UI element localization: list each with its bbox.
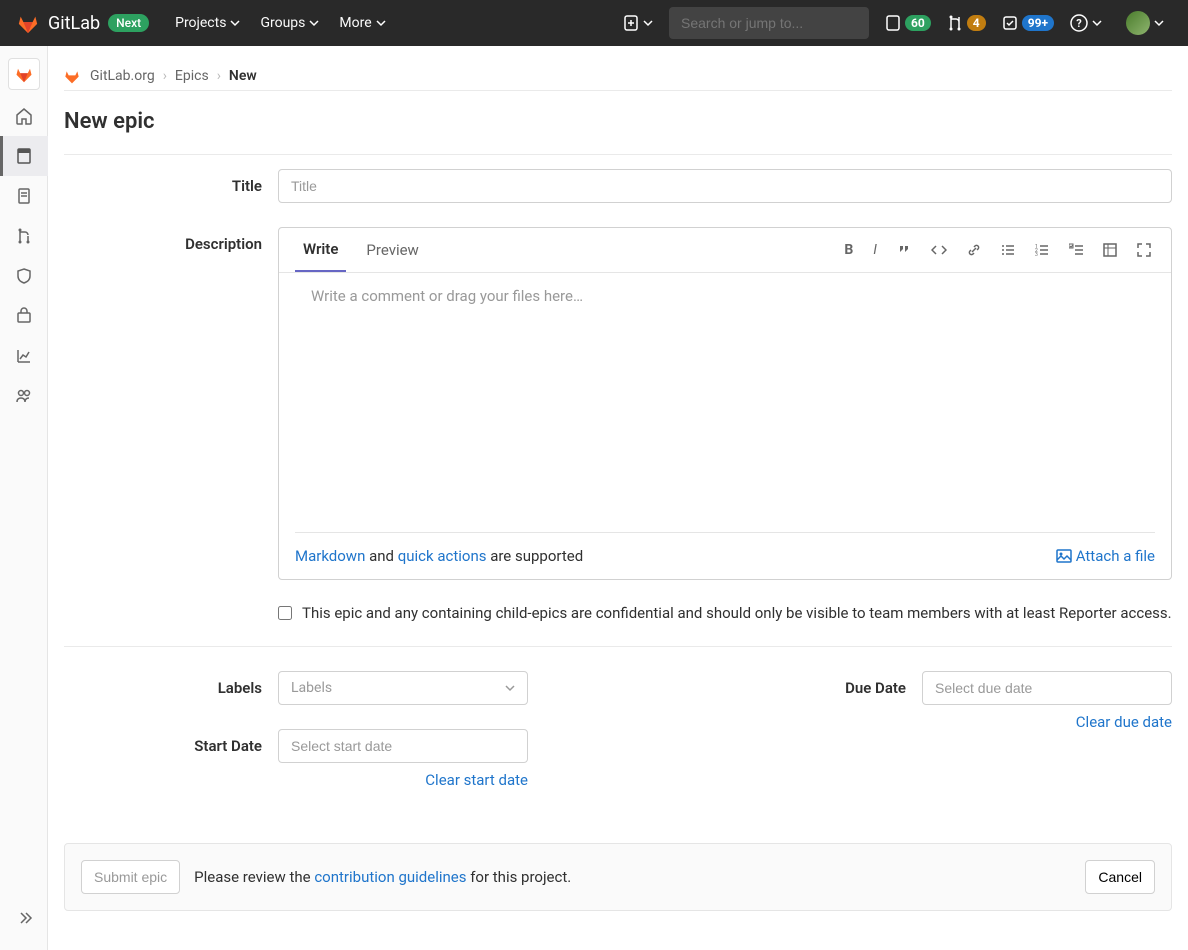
breadcrumb-logo-icon [64, 68, 80, 84]
task-list-icon[interactable] [1065, 238, 1087, 262]
nav-more[interactable]: More [329, 15, 395, 31]
tab-write[interactable]: Write [295, 228, 346, 272]
nav-groups-label: Groups [260, 15, 305, 31]
review-text: Please review the contribution guideline… [194, 868, 571, 886]
breadcrumb-current: New [229, 68, 257, 84]
nav-more-label: More [339, 15, 371, 31]
bullet-list-icon[interactable] [997, 238, 1019, 262]
brand-name[interactable]: GitLab [48, 13, 100, 34]
sidebar [0, 46, 48, 950]
gitlab-logo-icon[interactable] [16, 11, 40, 35]
breadcrumb-section[interactable]: Epics [175, 68, 209, 84]
sidebar-issues-icon[interactable] [0, 176, 48, 216]
italic-icon[interactable]: I [869, 238, 881, 262]
title-input[interactable] [278, 169, 1172, 203]
plus-dropdown[interactable] [615, 15, 661, 31]
form-footer: Submit epic Please review the contributi… [64, 843, 1172, 911]
sidebar-analytics-icon[interactable] [0, 336, 48, 376]
user-menu[interactable] [1110, 11, 1172, 35]
title-label: Title [64, 169, 278, 203]
todos-counter[interactable]: 99+ [994, 15, 1062, 31]
sidebar-toggle-icon[interactable] [0, 898, 48, 938]
cancel-button[interactable]: Cancel [1085, 860, 1155, 894]
start-date-label: Start Date [64, 729, 278, 789]
attach-file-label: Attach a file [1076, 547, 1155, 565]
description-editor: Write Preview B I 123 [278, 227, 1172, 580]
clear-due-date[interactable]: Clear due date [922, 713, 1172, 731]
avatar [1126, 11, 1150, 35]
nav-groups[interactable]: Groups [250, 15, 329, 31]
submit-button[interactable]: Submit epic [81, 860, 180, 894]
todos-count: 99+ [1022, 15, 1054, 31]
nav-projects[interactable]: Projects [165, 15, 250, 31]
bold-icon[interactable]: B [840, 238, 857, 262]
next-badge[interactable]: Next [108, 14, 149, 32]
link-icon[interactable] [963, 238, 985, 262]
fullscreen-icon[interactable] [1133, 238, 1155, 262]
chevron-down-icon [505, 683, 515, 693]
table-icon[interactable] [1099, 238, 1121, 262]
confidential-label: This epic and any containing child-epics… [302, 604, 1172, 622]
main-content: GitLab.org › Epics › New New epic Title … [48, 46, 1188, 950]
due-date-input[interactable] [922, 671, 1172, 705]
confidential-checkbox[interactable] [278, 606, 292, 620]
search-input[interactable] [681, 15, 862, 31]
quick-actions-link[interactable]: quick actions [398, 547, 487, 565]
issues-counter[interactable]: 60 [877, 15, 939, 31]
markdown-help: Markdown and quick actions are supported [295, 547, 583, 565]
breadcrumb-org[interactable]: GitLab.org [90, 68, 155, 84]
attach-file-button[interactable]: Attach a file [1056, 547, 1155, 565]
svg-text:?: ? [1076, 17, 1082, 30]
search-input-wrapper[interactable] [669, 7, 869, 39]
contribution-guidelines-link[interactable]: contribution guidelines [314, 868, 466, 886]
clear-start-date[interactable]: Clear start date [278, 771, 528, 789]
chevron-right-icon: › [217, 68, 221, 84]
help-dropdown[interactable]: ? [1062, 14, 1110, 32]
mrs-counter[interactable]: 4 [939, 15, 994, 31]
description-textarea[interactable]: Write a comment or drag your files here… [295, 273, 1155, 533]
sidebar-epics-icon[interactable] [0, 136, 48, 176]
svg-text:3: 3 [1035, 252, 1038, 257]
sidebar-group-logo[interactable] [8, 58, 40, 90]
start-date-input[interactable] [278, 729, 528, 763]
editor-toolbar: B I 123 [840, 238, 1155, 262]
due-date-label: Due Date [802, 671, 922, 731]
sidebar-packages-icon[interactable] [0, 296, 48, 336]
labels-dropdown[interactable]: Labels [278, 671, 528, 705]
tab-preview[interactable]: Preview [358, 229, 426, 271]
quote-icon[interactable] [893, 238, 915, 262]
page-title: New epic [64, 109, 1172, 155]
nav-projects-label: Projects [175, 15, 226, 31]
markdown-link[interactable]: Markdown [295, 547, 365, 565]
topbar: GitLab Next Projects Groups More 60 4 99… [0, 0, 1188, 46]
code-icon[interactable] [927, 238, 951, 262]
breadcrumb: GitLab.org › Epics › New [64, 62, 1172, 91]
sidebar-members-icon[interactable] [0, 376, 48, 416]
numbered-list-icon[interactable]: 123 [1031, 238, 1053, 262]
description-label: Description [64, 227, 278, 580]
sidebar-mr-icon[interactable] [0, 216, 48, 256]
labels-placeholder: Labels [291, 680, 332, 696]
sidebar-security-icon[interactable] [0, 256, 48, 296]
sidebar-home-icon[interactable] [0, 96, 48, 136]
image-icon [1056, 548, 1072, 564]
mrs-count: 4 [967, 15, 986, 31]
labels-label: Labels [64, 671, 278, 705]
issues-count: 60 [905, 15, 931, 31]
chevron-right-icon: › [163, 68, 167, 84]
